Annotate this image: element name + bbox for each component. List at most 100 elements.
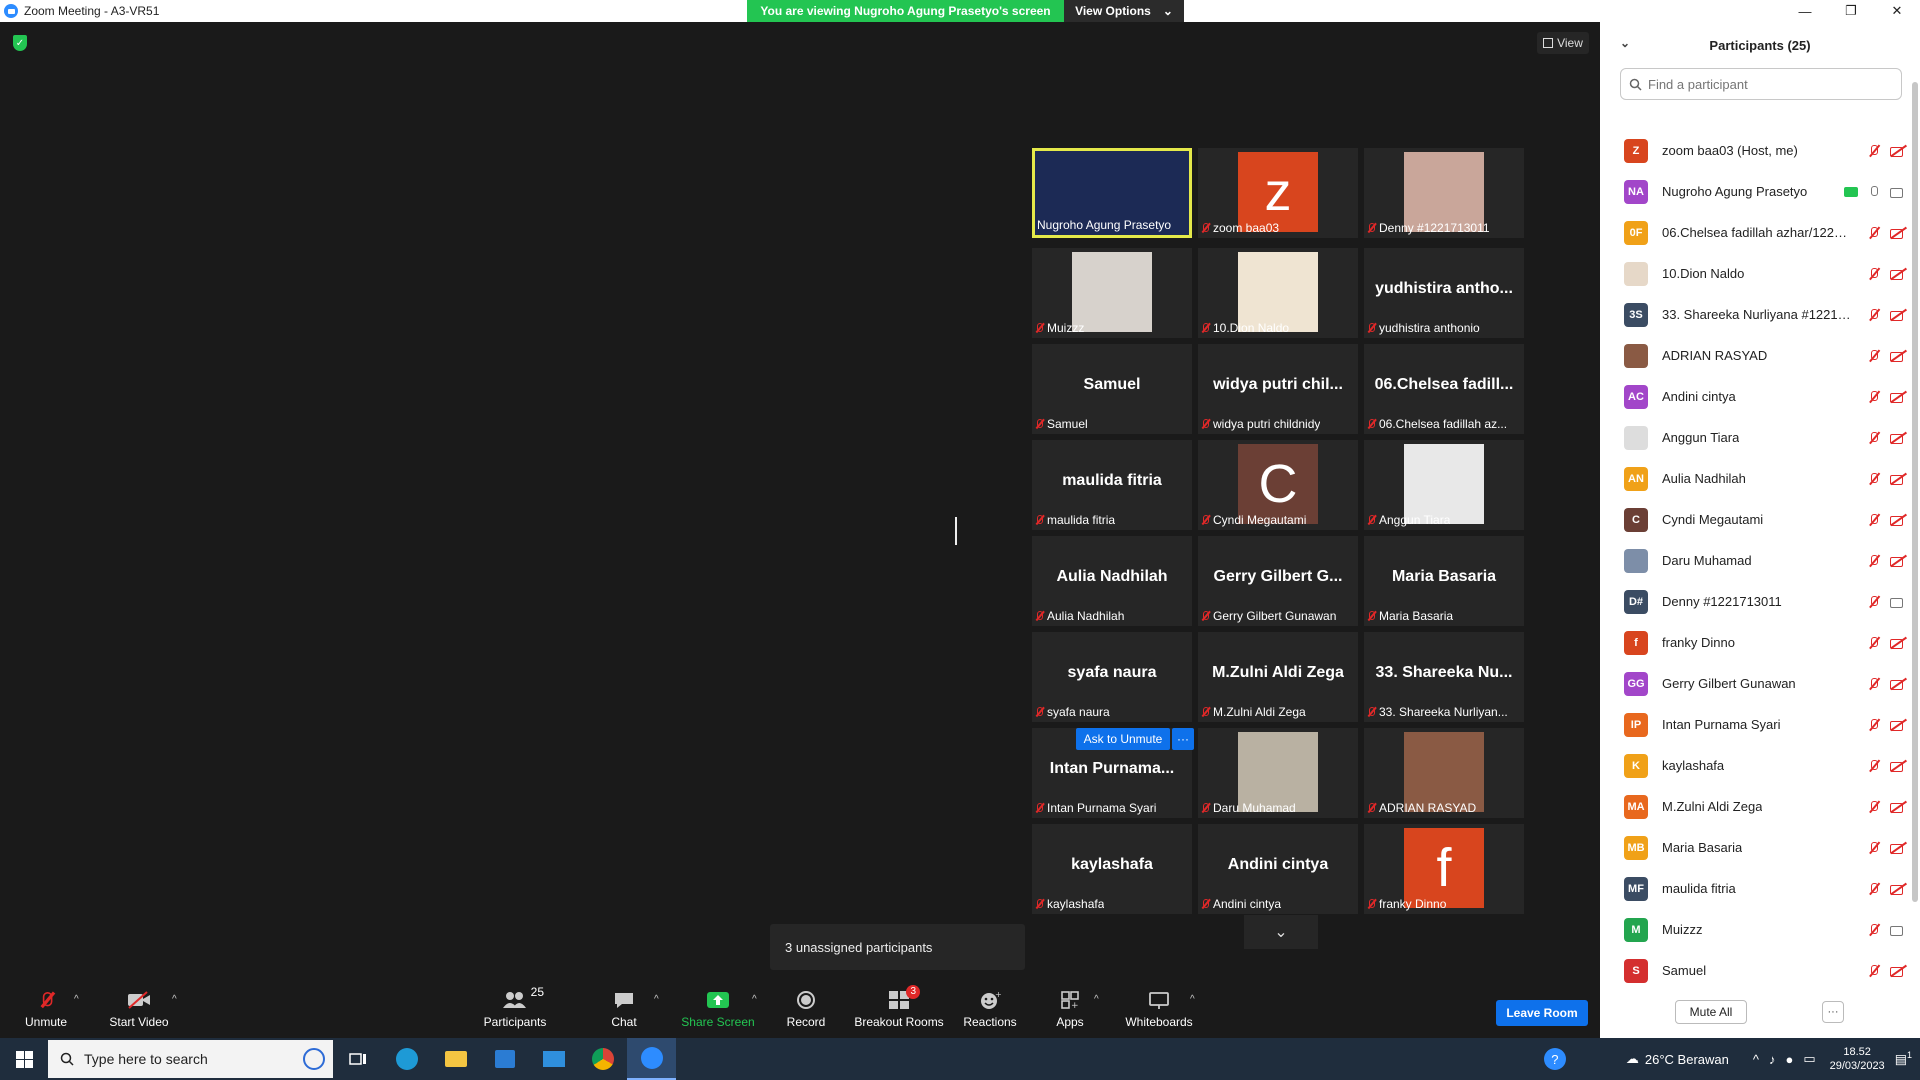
video-tile[interactable]: 10.Dion Naldo bbox=[1198, 248, 1358, 338]
video-tile[interactable]: Nugroho Agung Prasetyo bbox=[1032, 148, 1192, 238]
video-tile[interactable]: Anggun Tiara bbox=[1364, 440, 1524, 530]
apps-options-caret-icon[interactable]: ^ bbox=[1094, 994, 1099, 1005]
video-tile[interactable]: Muizzz bbox=[1032, 248, 1192, 338]
view-options-button[interactable]: View Options ⌄ bbox=[1064, 0, 1184, 22]
ask-to-unmute-button[interactable]: Ask to Unmute bbox=[1076, 728, 1170, 750]
video-tile[interactable]: ADRIAN RASYAD bbox=[1364, 728, 1524, 818]
tile-more-options-button[interactable]: ··· bbox=[1172, 728, 1194, 750]
video-tile[interactable]: 33. Shareeka Nu... 33. Shareeka Nurliyan.… bbox=[1364, 632, 1524, 722]
video-tile[interactable]: Gerry Gilbert G... Gerry Gilbert Gunawan bbox=[1198, 536, 1358, 626]
panel-more-button[interactable]: ··· bbox=[1822, 1001, 1844, 1023]
weather-text[interactable]: 26°C Berawan bbox=[1645, 1052, 1729, 1067]
participant-row[interactable]: AC Andini cintya bbox=[1600, 376, 1910, 417]
video-tile[interactable]: 06.Chelsea fadill... 06.Chelsea fadillah … bbox=[1364, 344, 1524, 434]
participant-row[interactable]: MA M.Zulni Aldi Zega bbox=[1600, 786, 1910, 827]
participant-search-input[interactable] bbox=[1648, 76, 1888, 92]
microphone-muted-icon bbox=[1868, 677, 1880, 691]
video-tile[interactable]: M.Zulni Aldi Zega M.Zulni Aldi Zega bbox=[1198, 632, 1358, 722]
video-tile[interactable]: Aulia Nadhilah Aulia Nadhilah bbox=[1032, 536, 1192, 626]
video-tile[interactable]: yudhistira antho... yudhistira anthonio bbox=[1364, 248, 1524, 338]
participant-row[interactable]: S Samuel bbox=[1600, 950, 1910, 991]
mail-icon[interactable] bbox=[529, 1038, 578, 1080]
speaker-icon[interactable]: ♪ bbox=[1769, 1052, 1776, 1067]
participant-row[interactable]: D# Denny #1221713011 bbox=[1600, 581, 1910, 622]
participant-row[interactable]: GG Gerry Gilbert Gunawan bbox=[1600, 663, 1910, 704]
chat-button[interactable]: Chat bbox=[606, 980, 642, 1038]
network-icon[interactable]: ▭ bbox=[1803, 1051, 1815, 1067]
microphone-icon[interactable]: ● bbox=[1785, 1052, 1793, 1067]
video-tile[interactable]: Maria Basaria Maria Basaria bbox=[1364, 536, 1524, 626]
participant-avatar: D# bbox=[1624, 589, 1648, 614]
video-tile[interactable]: widya putri chil... widya putri childnidy bbox=[1198, 344, 1358, 434]
video-tile[interactable]: Denny #1221713011 bbox=[1364, 148, 1524, 238]
participant-row[interactable]: Zzoom baa03 (Host, me) bbox=[1600, 130, 1910, 171]
gallery-next-page-button[interactable]: ⌄ bbox=[1244, 915, 1318, 949]
microphone-muted-icon bbox=[1200, 706, 1210, 718]
leave-room-button[interactable]: Leave Room bbox=[1496, 1000, 1588, 1026]
taskbar-search-box[interactable]: Type here to search bbox=[48, 1040, 333, 1078]
minimize-button[interactable]: — bbox=[1782, 0, 1828, 22]
record-button[interactable]: Record bbox=[786, 980, 826, 1038]
help-icon[interactable]: ? bbox=[1543, 1048, 1566, 1070]
video-tile[interactable]: f franky Dinno bbox=[1364, 824, 1524, 914]
view-button[interactable]: View bbox=[1537, 32, 1589, 54]
audio-options-caret-icon[interactable]: ^ bbox=[74, 994, 79, 1005]
reactions-button[interactable]: + Reactions bbox=[960, 980, 1020, 1038]
windows-start-icon[interactable] bbox=[0, 1038, 48, 1080]
microsoft-store-icon[interactable] bbox=[480, 1038, 529, 1080]
participant-row[interactable]: 10.Dion Naldo bbox=[1600, 253, 1910, 294]
panel-title: Participants (25) bbox=[1709, 37, 1811, 53]
encryption-shield-icon[interactable]: ✓ bbox=[13, 35, 27, 51]
participant-row[interactable]: Anggun Tiara bbox=[1600, 417, 1910, 458]
participant-row[interactable]: NA Nugroho Agung Prasetyo bbox=[1600, 171, 1910, 212]
participant-row[interactable]: AN Aulia Nadhilah bbox=[1600, 458, 1910, 499]
file-explorer-icon[interactable] bbox=[431, 1038, 480, 1080]
video-tile[interactable]: Andini cintya Andini cintya bbox=[1198, 824, 1358, 914]
participant-list-scrollbar[interactable] bbox=[1912, 82, 1918, 902]
sharing-screen-icon bbox=[1844, 186, 1858, 197]
whiteboards-options-caret-icon[interactable]: ^ bbox=[1190, 994, 1195, 1005]
unmute-button[interactable]: Unmute bbox=[18, 980, 74, 1038]
participant-row[interactable]: C Cyndi Megautami bbox=[1600, 499, 1910, 540]
video-tile[interactable]: z zoom baa03 bbox=[1198, 148, 1358, 238]
mute-all-button[interactable]: Mute All bbox=[1675, 1000, 1747, 1024]
participant-row[interactable]: ADRIAN RASYAD bbox=[1600, 335, 1910, 376]
close-button[interactable]: ✕ bbox=[1874, 0, 1920, 22]
task-view-icon[interactable] bbox=[333, 1038, 382, 1080]
notification-icon[interactable]: ▤1 bbox=[1895, 1050, 1912, 1067]
whiteboards-button[interactable]: Whiteboards bbox=[1124, 980, 1194, 1038]
video-options-caret-icon[interactable]: ^ bbox=[172, 994, 177, 1005]
participant-row[interactable]: MF maulida fitria bbox=[1600, 868, 1910, 909]
start-video-button[interactable]: Start Video bbox=[104, 980, 174, 1038]
video-tile[interactable]: kaylashafa kaylashafa bbox=[1032, 824, 1192, 914]
breakout-rooms-button[interactable]: 3 Breakout Rooms bbox=[854, 980, 944, 1038]
video-tile[interactable]: maulida fitria maulida fitria bbox=[1032, 440, 1192, 530]
participant-row[interactable]: Daru Muhamad bbox=[1600, 540, 1910, 581]
clock[interactable]: 18.52 29/03/2023 bbox=[1830, 1045, 1885, 1073]
weather-icon[interactable]: ☁ bbox=[1626, 1051, 1639, 1067]
participants-button[interactable]: 25 Participants bbox=[480, 980, 550, 1038]
participant-row[interactable]: IP Intan Purnama Syari bbox=[1600, 704, 1910, 745]
share-screen-button[interactable]: Share Screen bbox=[680, 980, 756, 1038]
video-tile[interactable]: Daru Muhamad bbox=[1198, 728, 1358, 818]
chrome-icon[interactable] bbox=[578, 1038, 627, 1080]
video-tile[interactable]: Samuel Samuel bbox=[1032, 344, 1192, 434]
chat-options-caret-icon[interactable]: ^ bbox=[654, 994, 659, 1005]
video-tile[interactable]: C Cyndi Megautami bbox=[1198, 440, 1358, 530]
participant-row[interactable]: M Muizzz bbox=[1600, 909, 1910, 950]
video-tile[interactable]: syafa naura syafa naura bbox=[1032, 632, 1192, 722]
participant-row[interactable]: MB Maria Basaria bbox=[1600, 827, 1910, 868]
zoom-taskbar-icon[interactable] bbox=[627, 1038, 676, 1080]
participant-row[interactable]: f franky Dinno bbox=[1600, 622, 1910, 663]
tray-chevron-up-icon[interactable]: ^ bbox=[1753, 1052, 1759, 1067]
collapse-chevron-icon[interactable]: ⌄ bbox=[1620, 36, 1630, 50]
bing-icon[interactable] bbox=[303, 1048, 325, 1070]
participant-search-field[interactable] bbox=[1620, 68, 1902, 100]
participant-row[interactable]: Kkaylashafa bbox=[1600, 745, 1910, 786]
share-options-caret-icon[interactable]: ^ bbox=[752, 994, 757, 1005]
participant-row[interactable]: 3S 33. Shareeka Nurliyana #12217... bbox=[1600, 294, 1910, 335]
edge-browser-icon[interactable] bbox=[382, 1038, 431, 1080]
participant-row[interactable]: 0F 06.Chelsea fadillah azhar/1221... bbox=[1600, 212, 1910, 253]
apps-button[interactable]: + Apps bbox=[1054, 980, 1086, 1038]
restore-button[interactable]: ❐ bbox=[1828, 0, 1874, 22]
